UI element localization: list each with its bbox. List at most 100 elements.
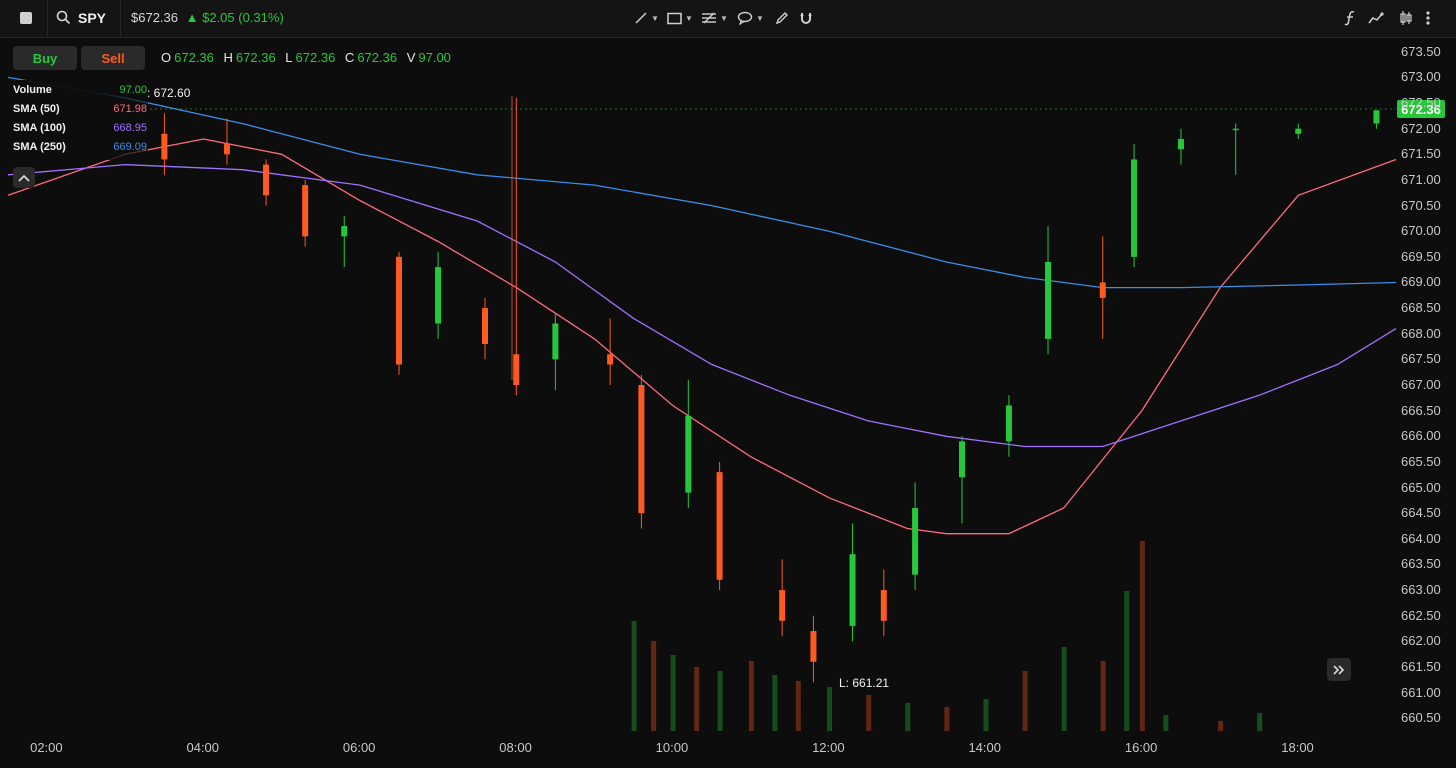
sell-button[interactable]: Sell bbox=[81, 46, 145, 70]
legend-volume-name: Volume bbox=[13, 84, 52, 96]
legend-sma100-value: 668.95 bbox=[113, 122, 147, 134]
candle-body bbox=[161, 133, 168, 160]
volume-label: V bbox=[406, 50, 416, 65]
pencil-icon bbox=[775, 12, 788, 25]
candle-body bbox=[513, 354, 520, 385]
fib-tool[interactable]: ▼ bbox=[701, 8, 728, 28]
magnet-tool[interactable] bbox=[799, 8, 813, 28]
quote-summary: $672.36 ▲ $2.05 (0.31%) bbox=[131, 10, 284, 25]
candle-body bbox=[1099, 282, 1106, 298]
chevron-up-icon bbox=[18, 174, 30, 182]
volume-bar bbox=[694, 667, 700, 731]
candle-style-icon bbox=[1400, 11, 1412, 25]
candle-body bbox=[341, 226, 348, 237]
price-axis-label: 671.50 bbox=[1401, 146, 1441, 162]
symbol-label[interactable]: SPY bbox=[78, 10, 106, 26]
session-low-label: L: 661.21 bbox=[839, 676, 890, 690]
collapse-legend-button[interactable] bbox=[13, 167, 35, 188]
volume-bar bbox=[1163, 715, 1169, 731]
price-axis-label: 661.00 bbox=[1401, 684, 1441, 700]
ohlc-readout: O 672.36 H 672.36 L 672.36 C 672.36 V 97.00 bbox=[161, 50, 457, 65]
chevron-down-icon: ▼ bbox=[651, 13, 659, 23]
line-tool[interactable]: ▼ bbox=[634, 8, 659, 28]
legend-sma250-value: 669.09 bbox=[113, 141, 147, 153]
line-tool-icon bbox=[635, 12, 647, 24]
chevron-down-icon: ▼ bbox=[685, 13, 693, 23]
more-button[interactable] bbox=[1425, 8, 1431, 28]
toolbar-divider bbox=[47, 0, 48, 37]
volume-bar bbox=[827, 687, 833, 731]
volume-bar bbox=[944, 707, 950, 731]
price-axis-label: 670.50 bbox=[1401, 197, 1441, 213]
candle-body bbox=[607, 354, 614, 365]
scroll-to-latest-button[interactable] bbox=[1327, 658, 1351, 681]
candle-body bbox=[716, 472, 723, 580]
chart-type-icon bbox=[1368, 12, 1384, 24]
fib-tool-icon bbox=[702, 12, 716, 24]
sma-line bbox=[7, 138, 1397, 535]
legend-volume[interactable]: Volume 97.00 bbox=[13, 84, 147, 96]
candle-body bbox=[1295, 128, 1302, 134]
price-axis-label: 673.00 bbox=[1401, 69, 1441, 85]
low-label: L bbox=[285, 50, 293, 65]
volume-value: 97.00 bbox=[418, 50, 451, 65]
volume-bar bbox=[1061, 647, 1067, 731]
time-axis-label: 02:00 bbox=[30, 740, 63, 755]
chevron-down-icon: ▼ bbox=[756, 13, 764, 23]
indicator-legend: Volume 97.00 SMA (50) 671.98 SMA (100) 6… bbox=[6, 80, 148, 160]
indicator-button[interactable] bbox=[1344, 8, 1356, 28]
pencil-tool[interactable] bbox=[775, 8, 789, 28]
price-axis-label: 672.00 bbox=[1401, 120, 1441, 136]
candle-body bbox=[959, 441, 966, 478]
search-icon[interactable] bbox=[56, 10, 71, 25]
rectangle-tool-icon bbox=[667, 12, 682, 24]
price-axis-label: 662.00 bbox=[1401, 633, 1441, 649]
candle-body bbox=[1373, 110, 1380, 124]
time-axis-label: 12:00 bbox=[812, 740, 845, 755]
price-axis-label: 661.50 bbox=[1401, 658, 1441, 674]
volume-bar bbox=[772, 675, 778, 731]
time-axis-label: 06:00 bbox=[342, 740, 376, 755]
legend-sma100[interactable]: SMA (100) 668.95 bbox=[13, 122, 147, 134]
price-axis-label: 667.50 bbox=[1401, 351, 1441, 367]
legend-sma250-name: SMA (250) bbox=[13, 141, 66, 153]
price-chart[interactable] bbox=[0, 38, 1456, 768]
candle-body bbox=[779, 590, 786, 621]
volume-bar bbox=[866, 695, 872, 731]
candle-body bbox=[1177, 138, 1184, 150]
candle-style-button[interactable] bbox=[1399, 8, 1413, 28]
volume-bar bbox=[795, 681, 801, 731]
candle-body bbox=[912, 508, 919, 575]
volume-bar bbox=[670, 655, 676, 731]
legend-sma50[interactable]: SMA (50) 671.98 bbox=[13, 103, 147, 115]
time-axis-label: 14:00 bbox=[968, 740, 1001, 755]
time-axis-label: 16:00 bbox=[1124, 740, 1158, 755]
candle-body bbox=[685, 415, 692, 493]
time-axis-label: 08:00 bbox=[499, 740, 532, 755]
high-label: H bbox=[223, 50, 233, 65]
volume-bar bbox=[905, 703, 911, 731]
volume-bar bbox=[1100, 661, 1106, 731]
open-label: O bbox=[161, 50, 172, 65]
rectangle-tool[interactable]: ▼ bbox=[667, 8, 693, 28]
high-value: 672.36 bbox=[235, 50, 276, 65]
more-vertical-icon bbox=[1426, 11, 1430, 25]
candle-body bbox=[435, 267, 442, 324]
legend-sma250[interactable]: SMA (250) 669.09 bbox=[13, 141, 147, 153]
candle-body bbox=[849, 554, 856, 626]
price-axis-label: 665.00 bbox=[1401, 479, 1441, 495]
price-axis-label: 665.50 bbox=[1401, 453, 1441, 469]
time-axis-label: 10:00 bbox=[655, 740, 689, 755]
volume-bars bbox=[631, 541, 1263, 731]
close-value: 672.36 bbox=[357, 50, 398, 65]
toolbar-divider bbox=[120, 0, 121, 37]
crosshair-value: : 672.60 bbox=[147, 86, 191, 100]
comment-tool[interactable]: ▼ bbox=[737, 8, 764, 28]
menu-icon[interactable] bbox=[20, 12, 32, 24]
chart-type-button[interactable] bbox=[1368, 8, 1386, 28]
legend-volume-value: 97.00 bbox=[119, 84, 147, 96]
buy-button[interactable]: Buy bbox=[13, 46, 77, 70]
price-axis-label: 666.00 bbox=[1401, 428, 1441, 444]
price-axis-label: 670.00 bbox=[1401, 223, 1441, 239]
legend-sma50-value: 671.98 bbox=[113, 103, 147, 115]
